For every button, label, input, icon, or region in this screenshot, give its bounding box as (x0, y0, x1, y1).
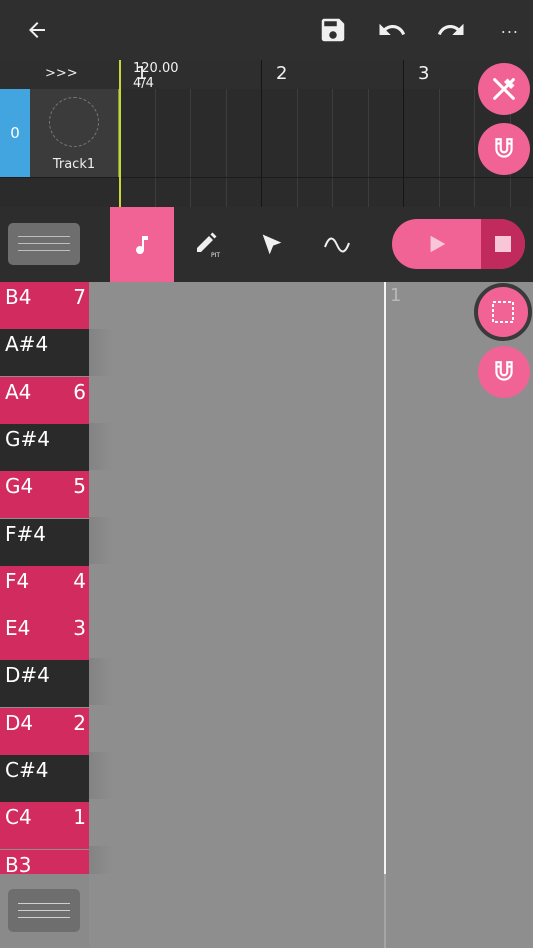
piano-key[interactable]: A4 6 (0, 376, 89, 424)
app-screen: ... >>> 1 2 3 120.00 4/4 0 Track1 PIT B4… (0, 0, 533, 948)
editor-toolbar: PIT (0, 207, 533, 282)
tempo-value: 120.00 (133, 61, 179, 76)
svg-text:PIT: PIT (211, 252, 220, 259)
more-menu-button[interactable]: ... (501, 18, 519, 37)
back-button[interactable] (7, 0, 67, 60)
track-snap-button[interactable] (478, 123, 530, 175)
tempo-signature-label[interactable]: 120.00 4/4 (133, 61, 179, 91)
stop-button[interactable] (481, 219, 525, 269)
curve-tool-button[interactable] (305, 207, 369, 282)
timeline-ruler[interactable]: >>> 1 2 3 (0, 60, 533, 89)
undo-button[interactable] (362, 0, 422, 60)
piano-roll[interactable]: B47A#4A46G#4G45F#4F44E43D#4D42C#4C41B3A … (0, 282, 533, 948)
bar-number: 1 (390, 285, 402, 306)
key-note-label: A4 (5, 379, 32, 404)
arrow-left-icon (29, 22, 45, 38)
key-degree-label: 4 (73, 568, 86, 593)
key-note-label: D#4 (5, 663, 50, 688)
playhead[interactable] (119, 60, 121, 207)
piano-key[interactable]: A#4 (0, 329, 89, 377)
key-note-label: G#4 (5, 426, 50, 451)
play-button[interactable] (392, 219, 481, 269)
key-degree-label: 6 (73, 379, 86, 404)
cursor-arrow-icon (262, 234, 282, 254)
key-note-label: C4 (5, 805, 32, 830)
key-degree-label: 5 (73, 474, 86, 499)
magnet-icon (495, 361, 513, 381)
piano-key[interactable]: D#4 (0, 660, 89, 708)
track-number-badge[interactable]: 0 (0, 89, 30, 177)
play-icon (430, 235, 445, 253)
pencil-cross-icon (493, 78, 515, 100)
bar-marker-line-faded (384, 874, 386, 948)
bar-number: 3 (418, 63, 430, 84)
pencil-tool-button[interactable]: PIT (175, 207, 239, 282)
piano-key[interactable]: C#4 (0, 755, 89, 802)
key-note-label: B4 (5, 285, 32, 309)
piano-key[interactable]: G#4 (0, 423, 89, 471)
piano-key[interactable]: C4 1 (0, 802, 89, 850)
bar-number: 2 (276, 63, 288, 84)
track-tool-button[interactable] (478, 63, 530, 115)
key-note-label: E4 (5, 616, 31, 641)
dashed-selection-icon (492, 301, 514, 323)
bar-marker-line (384, 282, 386, 874)
key-note-label: D4 (5, 710, 34, 735)
piano-key[interactable]: G4 5 (0, 471, 89, 519)
save-icon (321, 18, 345, 42)
track-row[interactable]: 0 Track1 (0, 89, 533, 178)
key-note-label: F#4 (5, 521, 46, 546)
key-note-label: G4 (5, 474, 34, 499)
pencil-pit-icon: PIT (197, 232, 220, 259)
select-tool-button[interactable] (240, 207, 304, 282)
magnet-icon (495, 138, 513, 158)
transport-controls (392, 219, 525, 269)
piano-keyboard: B47A#4A46G#4G45F#4F44E43D#4D42C#4C41B3A (0, 282, 89, 948)
key-degree-label: 2 (73, 710, 86, 735)
redo-button[interactable] (421, 0, 481, 60)
key-note-label: A#4 (5, 332, 49, 357)
roll-snap-button[interactable] (478, 346, 530, 398)
piano-key[interactable]: F#4 (0, 518, 89, 566)
key-degree-label: 7 (73, 285, 86, 309)
key-degree-label: 3 (73, 616, 86, 641)
music-note-icon (136, 235, 148, 254)
piano-key[interactable]: F4 4 (0, 565, 89, 613)
box-select-button[interactable] (474, 283, 532, 341)
track-avatar-placeholder[interactable] (49, 97, 99, 147)
arranger-panel[interactable]: >>> 1 2 3 120.00 4/4 0 Track1 (0, 60, 533, 207)
save-button[interactable] (303, 0, 363, 60)
panel-resize-handle[interactable] (8, 223, 80, 265)
piano-key[interactable]: B4 7 (0, 282, 89, 329)
piano-key[interactable]: E4 3 (0, 613, 89, 661)
expand-tracks-button[interactable]: >>> (45, 66, 78, 81)
undo-icon (379, 23, 406, 35)
piano-key[interactable]: D4 2 (0, 707, 89, 755)
note-tool-button[interactable] (110, 207, 174, 282)
track-header[interactable]: Track1 (30, 89, 118, 177)
sine-wave-icon (324, 237, 350, 252)
key-degree-label: 1 (73, 805, 86, 830)
track-name: Track1 (52, 157, 96, 172)
top-app-bar: ... (0, 0, 533, 60)
stop-icon (495, 236, 511, 252)
redo-icon (437, 23, 464, 35)
key-note-label: F4 (5, 568, 30, 593)
key-note-label: C#4 (5, 758, 49, 782)
bottom-resize-handle[interactable] (8, 889, 80, 932)
